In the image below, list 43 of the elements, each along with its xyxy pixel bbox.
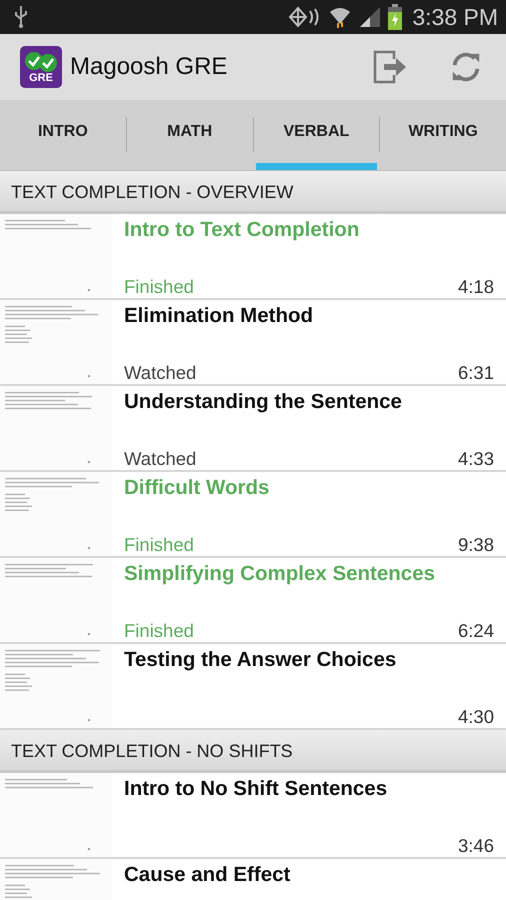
clock: 3:38 PM [412,4,498,30]
lesson-status: Finished [124,276,194,298]
lesson-duration: 6:24 [458,620,494,642]
lesson-row[interactable]: Understanding the Sentence Watched 4:33 [0,386,506,472]
lesson-row[interactable]: Simplifying Complex Sentences Finished 6:24 [0,558,506,644]
wifi-icon [328,5,352,29]
lesson-duration: 4:18 [458,276,494,298]
lesson-title: Intro to No Shift Sentences [124,777,388,801]
lesson-duration: 4:30 [458,706,494,728]
refresh-icon [450,51,482,83]
lesson-duration: 3:46 [458,835,494,857]
app-title: Magoosh GRE [70,53,228,81]
section-header: TEXT COMPLETION - OVERVIEW [0,171,506,214]
logo-text: GRE [29,72,53,84]
lesson-duration: 4:33 [458,448,494,470]
lesson-status: Watched [124,362,196,384]
lesson-status: Finished [124,534,194,556]
lesson-row[interactable]: Testing the Answer Choices 4:30 [0,644,506,730]
lesson-title: Testing the Answer Choices [124,648,398,672]
exit-icon [372,49,408,85]
lesson-title: Elimination Method [124,304,314,328]
lesson-row[interactable]: Intro to Text Completion Finished 4:18 [0,214,506,300]
battery-icon [388,4,402,30]
tab[interactable]: WRITING [382,100,504,170]
lesson-row[interactable]: Intro to No Shift Sentences 3:46 [0,773,506,859]
tab[interactable]: INTRO [2,100,124,170]
signal-icon [358,5,382,29]
lesson-row[interactable]: Elimination Method Watched 6:31 [0,300,506,386]
usb-icon [14,5,28,29]
lesson-title: Difficult Words [124,476,270,500]
lesson-title: Understanding the Sentence [124,390,403,414]
lesson-status: Watched [124,448,196,470]
lesson-title: Simplifying Complex Sentences [124,562,436,586]
checkmarks-icon [23,50,59,72]
lesson-title: Intro to Text Completion [124,218,360,242]
tab[interactable]: MATH [128,100,250,170]
section-header: TEXT COMPLETION - NO SHIFTS [0,730,506,773]
lesson-duration: 9:38 [458,534,494,556]
lesson-row[interactable]: Cause and Effect [0,859,506,900]
lesson-title: Cause and Effect [124,863,292,887]
lesson-duration: 6:31 [458,362,494,384]
lesson-status: Finished [124,620,194,642]
lesson-row[interactable]: Difficult Words Finished 9:38 [0,472,506,558]
